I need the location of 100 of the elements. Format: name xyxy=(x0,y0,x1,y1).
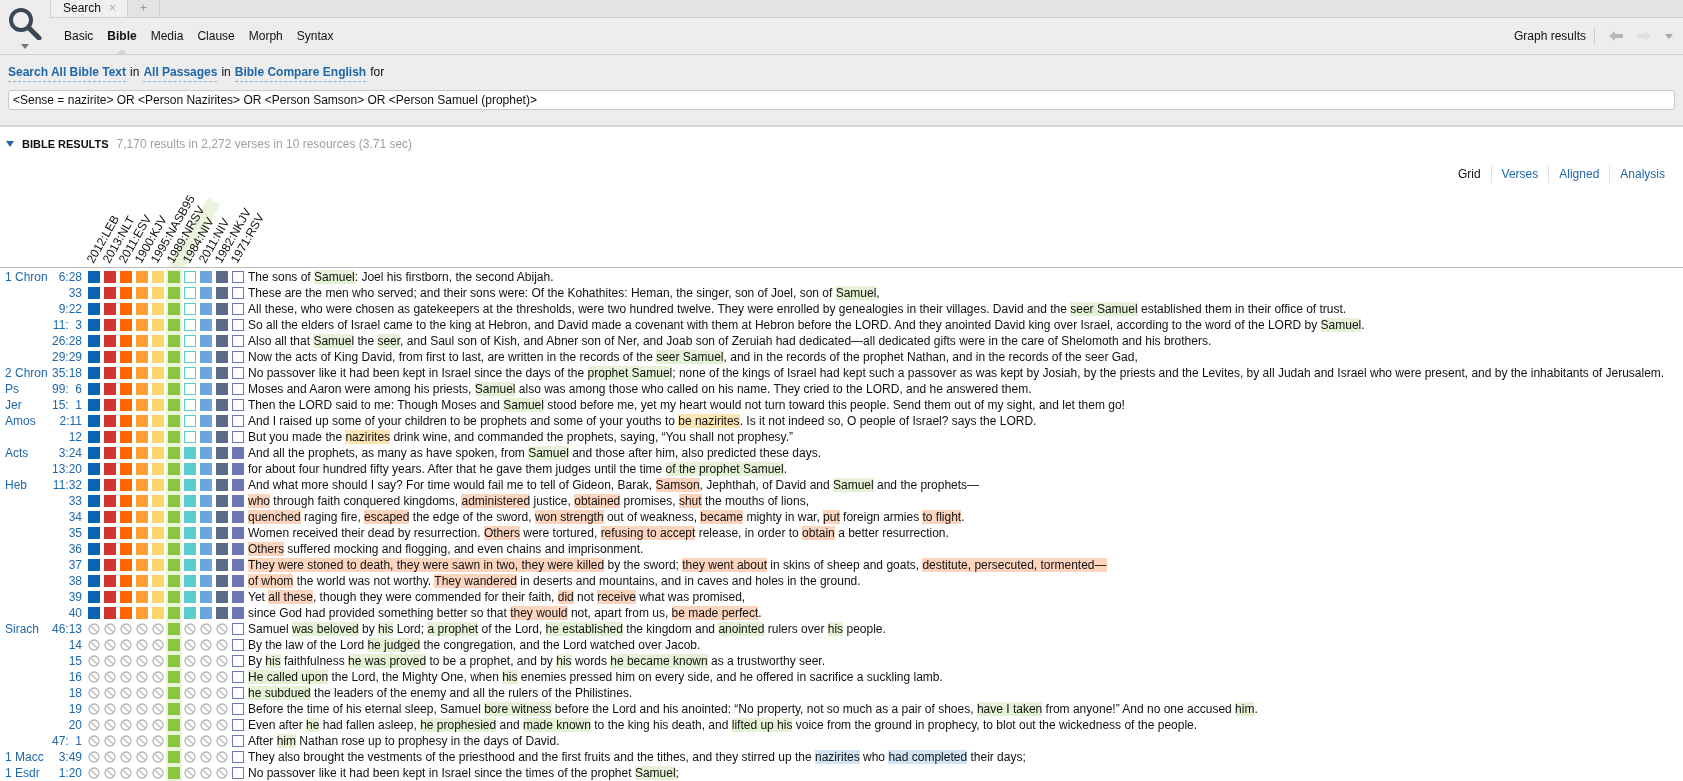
result-cell[interactable] xyxy=(200,495,212,507)
result-cell[interactable] xyxy=(136,495,148,507)
result-cell[interactable] xyxy=(104,287,116,299)
result-cell[interactable] xyxy=(88,511,100,523)
book-link[interactable]: 1 Macc xyxy=(5,750,44,764)
verse-reference-link[interactable]: 1:20 xyxy=(48,764,82,781)
result-cell[interactable] xyxy=(232,463,244,475)
empty-result-cell[interactable] xyxy=(232,319,244,331)
result-cell[interactable] xyxy=(200,575,212,587)
result-cell[interactable] xyxy=(184,607,196,619)
result-cell[interactable] xyxy=(104,367,116,379)
verse-reference-link[interactable]: 35 xyxy=(48,524,82,542)
result-cell[interactable] xyxy=(120,511,132,523)
result-cell[interactable] xyxy=(200,463,212,475)
result-cell[interactable] xyxy=(152,287,164,299)
result-cell[interactable] xyxy=(136,271,148,283)
result-cell[interactable] xyxy=(104,447,116,459)
result-cell[interactable] xyxy=(104,351,116,363)
result-cell[interactable] xyxy=(152,399,164,411)
result-cell[interactable] xyxy=(168,367,180,379)
view-link[interactable]: Aligned xyxy=(1548,165,1610,183)
result-cell[interactable] xyxy=(216,383,228,395)
result-cell[interactable] xyxy=(152,511,164,523)
empty-result-cell[interactable] xyxy=(232,335,244,347)
result-cell[interactable] xyxy=(104,575,116,587)
result-cell[interactable] xyxy=(136,415,148,427)
view-link[interactable]: Analysis xyxy=(1609,165,1675,183)
result-cell[interactable] xyxy=(168,287,180,299)
result-cell[interactable] xyxy=(88,287,100,299)
result-cell[interactable] xyxy=(216,351,228,363)
result-cell[interactable] xyxy=(152,335,164,347)
result-cell[interactable] xyxy=(136,335,148,347)
result-cell[interactable] xyxy=(152,367,164,379)
result-cell[interactable] xyxy=(152,431,164,443)
result-cell[interactable] xyxy=(168,463,180,475)
search-type-tab[interactable]: Syntax xyxy=(296,18,334,54)
empty-result-cell[interactable] xyxy=(232,271,244,283)
result-cell[interactable] xyxy=(184,495,196,507)
result-cell[interactable] xyxy=(184,479,196,491)
verse-reference-link[interactable]: 35:18 xyxy=(48,364,82,382)
result-cell[interactable] xyxy=(216,543,228,555)
search-type-tab[interactable]: Morph xyxy=(248,18,283,54)
verse-reference-link[interactable]: 33 xyxy=(48,492,82,510)
result-cell[interactable] xyxy=(184,559,196,571)
empty-result-cell[interactable] xyxy=(232,655,244,667)
verse-reference-link[interactable]: 19 xyxy=(48,700,82,718)
result-cell[interactable] xyxy=(216,607,228,619)
search-type-tab[interactable]: Media xyxy=(150,18,184,54)
result-cell[interactable] xyxy=(168,447,180,459)
result-cell[interactable] xyxy=(152,559,164,571)
result-cell[interactable] xyxy=(216,479,228,491)
empty-result-cell[interactable] xyxy=(232,303,244,315)
verse-reference-link[interactable]: 15: 1 xyxy=(48,396,82,414)
result-cell[interactable] xyxy=(88,383,100,395)
empty-result-cell[interactable] xyxy=(232,767,244,779)
book-link[interactable]: 1 Chron xyxy=(5,270,48,284)
search-icon[interactable] xyxy=(7,6,43,40)
empty-result-cell[interactable] xyxy=(232,751,244,763)
result-cell[interactable] xyxy=(136,447,148,459)
result-cell[interactable] xyxy=(120,575,132,587)
tab[interactable]: Search × xyxy=(50,0,128,17)
result-cell[interactable] xyxy=(168,319,180,331)
verse-reference-link[interactable]: 3:24 xyxy=(48,444,82,462)
empty-result-cell[interactable] xyxy=(232,399,244,411)
view-link[interactable]: Grid xyxy=(1447,165,1491,183)
result-cell[interactable] xyxy=(200,335,212,347)
result-cell[interactable] xyxy=(200,511,212,523)
result-cell[interactable] xyxy=(120,431,132,443)
empty-result-cell[interactable] xyxy=(232,287,244,299)
verse-reference-link[interactable]: 37 xyxy=(48,556,82,574)
result-cell[interactable] xyxy=(168,303,180,315)
search-type-tab[interactable]: Basic xyxy=(64,18,94,54)
result-cell[interactable] xyxy=(216,335,228,347)
result-cell[interactable] xyxy=(200,479,212,491)
result-cell[interactable] xyxy=(232,511,244,523)
result-cell[interactable] xyxy=(88,575,100,587)
result-cell[interactable] xyxy=(120,335,132,347)
book-link[interactable]: 1 Esdr xyxy=(5,766,40,780)
result-cell[interactable] xyxy=(184,543,196,555)
result-cell[interactable] xyxy=(104,463,116,475)
verse-reference-link[interactable]: 36 xyxy=(48,540,82,558)
result-cell[interactable] xyxy=(168,607,180,619)
result-cell[interactable] xyxy=(232,495,244,507)
result-cell[interactable] xyxy=(168,495,180,507)
empty-result-cell[interactable] xyxy=(184,271,196,283)
query-option-link[interactable]: All Passages xyxy=(143,63,218,82)
verse-reference-link[interactable]: 99: 6 xyxy=(48,380,82,398)
empty-result-cell[interactable] xyxy=(184,431,196,443)
result-cell[interactable] xyxy=(88,367,100,379)
result-cell[interactable] xyxy=(216,575,228,587)
result-cell[interactable] xyxy=(200,367,212,379)
result-cell[interactable] xyxy=(200,383,212,395)
book-link[interactable]: Ps xyxy=(5,382,19,396)
result-cell[interactable] xyxy=(88,559,100,571)
result-cell[interactable] xyxy=(216,495,228,507)
result-cell[interactable] xyxy=(216,367,228,379)
result-cell[interactable] xyxy=(168,415,180,427)
empty-result-cell[interactable] xyxy=(184,319,196,331)
result-cell[interactable] xyxy=(216,511,228,523)
result-cell[interactable] xyxy=(168,623,180,635)
